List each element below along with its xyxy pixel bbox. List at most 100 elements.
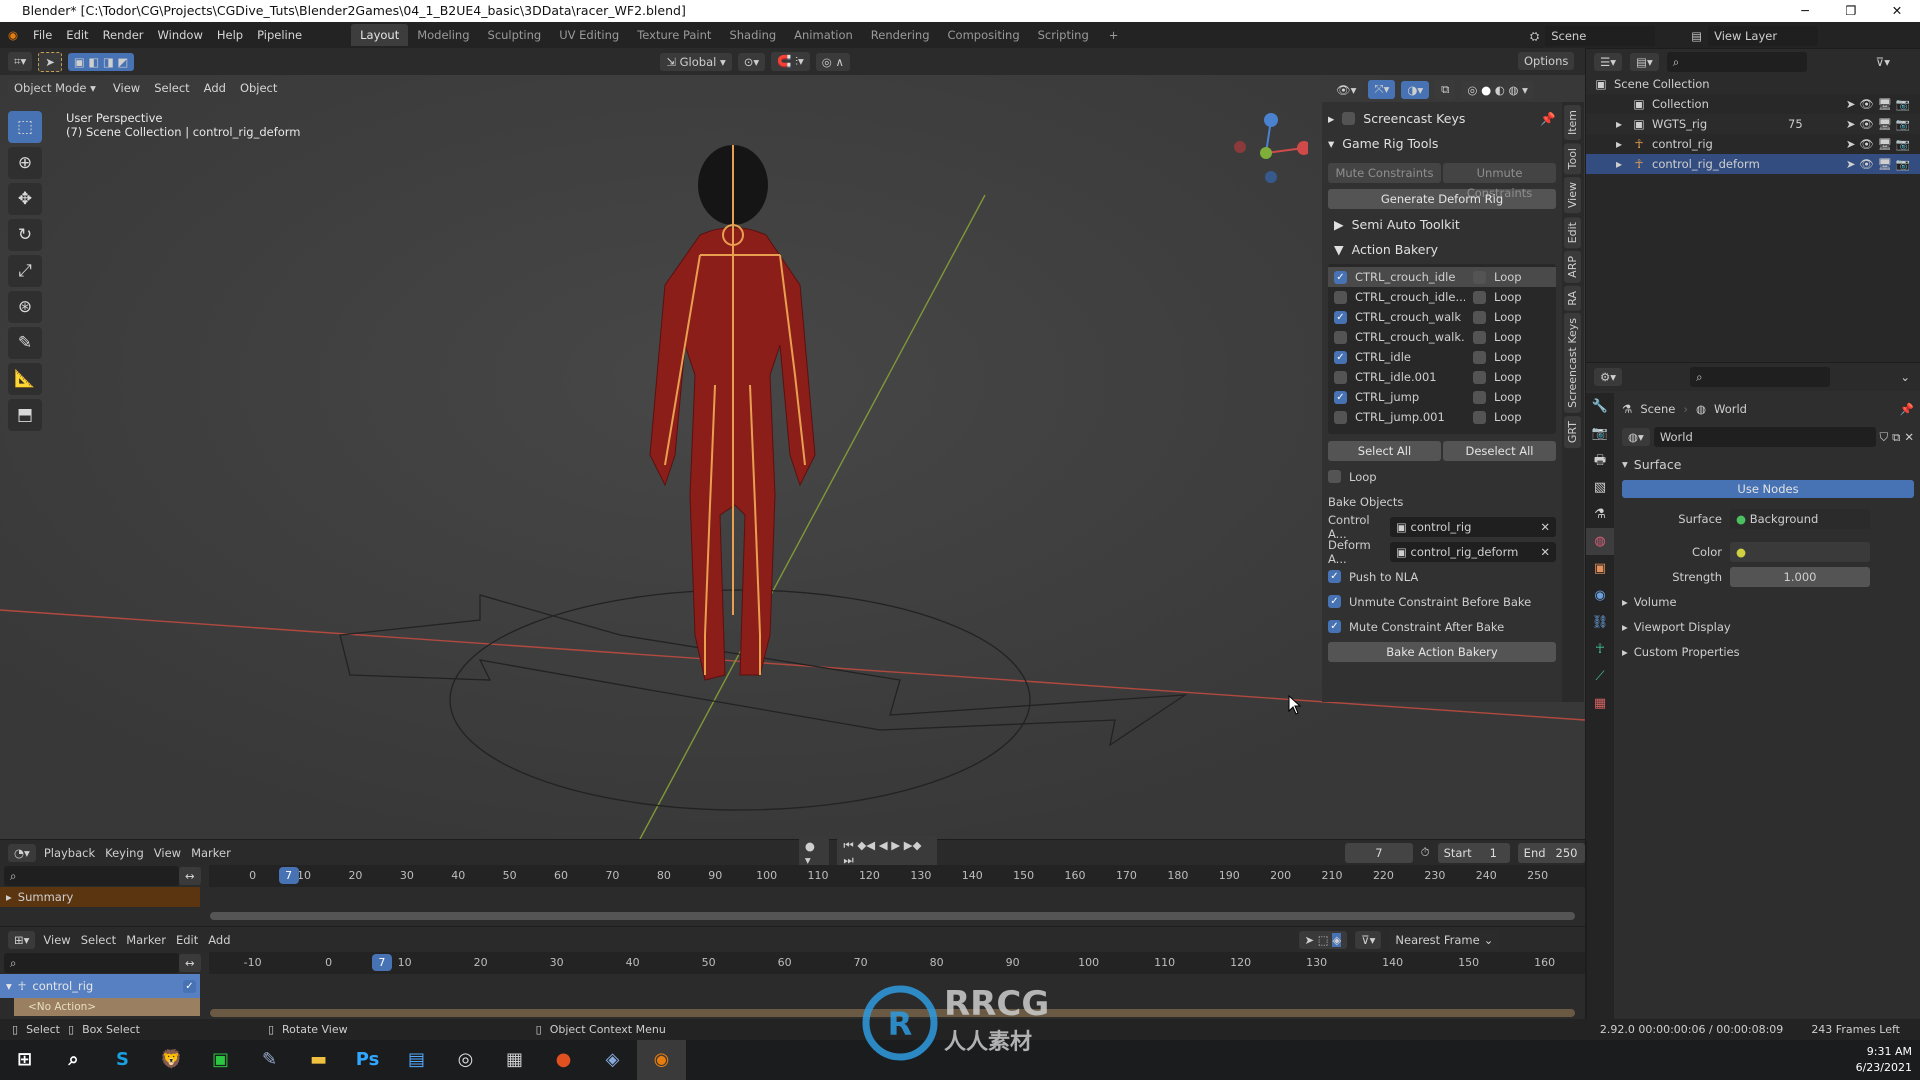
expand-arrow-icon[interactable]: ▸	[1612, 157, 1626, 171]
tab-layout[interactable]: Layout	[351, 24, 409, 46]
outliner-item[interactable]: ▸ ☥ control_rig ➤ 👁 🖥 📷	[1586, 134, 1920, 154]
scene-tab-icon[interactable]: ⚗	[1586, 501, 1614, 528]
pin-icon[interactable]: 📌	[1540, 111, 1556, 127]
timeline-scrollbar[interactable]	[210, 912, 1575, 920]
action-row[interactable]: ✓ CTRL_jump Loop	[1328, 387, 1556, 407]
action-name[interactable]: CTRL_crouch_idle	[1355, 270, 1465, 284]
taskbar-blender-icon[interactable]: ◉	[637, 1040, 686, 1080]
shading-modes[interactable]: ◎ ● ◐ ◍ ▾	[1461, 80, 1534, 99]
strength-field[interactable]: 1.000	[1730, 566, 1870, 587]
menu-playback[interactable]: Playback	[44, 846, 95, 860]
panel-screencast-keys[interactable]: Screencast Keys	[1363, 111, 1465, 126]
expand-arrow-icon[interactable]: ▸	[1612, 117, 1626, 131]
unmute-before-bake-checkbox[interactable]: ✓	[1328, 595, 1341, 608]
action-loop-checkbox[interactable]	[1473, 290, 1486, 304]
sidebar-tab-grt[interactable]: GRT	[1564, 416, 1581, 449]
transform-tool-icon[interactable]: ⊛	[8, 291, 42, 323]
action-checkbox[interactable]	[1334, 290, 1347, 304]
texture-tab-icon[interactable]: ▦	[1586, 690, 1614, 717]
tab-sculpting[interactable]: Sculpting	[479, 24, 551, 46]
action-name[interactable]: CTRL_jump	[1355, 390, 1465, 404]
output-tab-icon[interactable]: 🖶	[1586, 447, 1614, 474]
action-name[interactable]: CTRL_jump.001	[1355, 410, 1465, 424]
tab-modeling[interactable]: Modeling	[408, 24, 478, 46]
clear-icon[interactable]: ✕	[1540, 542, 1550, 562]
screencast-keys-checkbox[interactable]	[1342, 112, 1356, 125]
tab-uv-editing[interactable]: UV Editing	[550, 24, 628, 46]
snap-mode-dropdown[interactable]: Nearest Frame ⌄	[1389, 929, 1500, 950]
world-tab-icon[interactable]: ◍	[1586, 528, 1614, 555]
playhead[interactable]: 7	[278, 867, 299, 884]
action-checkbox[interactable]	[1334, 330, 1347, 344]
stopwatch-icon[interactable]: ⏱	[1421, 845, 1430, 860]
pivot-dropdown[interactable]: ⊙▾	[737, 52, 766, 71]
rotate-tool-icon[interactable]: ↻	[8, 219, 42, 251]
pin-icon[interactable]: 📌	[1900, 402, 1914, 416]
sidebar-tab-view[interactable]: View	[1564, 177, 1581, 214]
taskbar-brave-icon[interactable]: 🦁	[147, 1040, 196, 1080]
action-checkbox[interactable]: ✓	[1334, 390, 1347, 404]
collapse-arrow-icon[interactable]: ▶	[1334, 217, 1344, 232]
expand-arrow-icon[interactable]: ▸	[6, 890, 12, 904]
action-loop-checkbox[interactable]	[1473, 390, 1486, 404]
properties-search-input[interactable]: ⌕	[1690, 367, 1831, 387]
bake-action-bakery-button[interactable]: Bake Action Bakery	[1328, 642, 1556, 662]
menu-edit[interactable]: Edit	[59, 28, 95, 42]
editor-type-button[interactable]: ⊞▾	[8, 930, 36, 949]
action-row[interactable]: CTRL_jump.001 Loop	[1328, 407, 1556, 427]
taskbar-photoshop-icon[interactable]: Ps	[343, 1040, 392, 1080]
action-row[interactable]: CTRL_crouch_walk... Loop	[1328, 327, 1556, 347]
control-armature-field[interactable]: ▣ control_rig ✕	[1390, 516, 1556, 537]
action-row[interactable]: ✓ CTRL_crouch_walk Loop	[1328, 307, 1556, 327]
action-row[interactable]: ✓ CTRL_crouch_idle Loop	[1328, 267, 1556, 287]
editor-type-button[interactable]: ⚙▾	[1594, 368, 1623, 386]
visibility-icon[interactable]: 👁▾	[1330, 80, 1363, 99]
menu-help[interactable]: Help	[210, 28, 250, 42]
channel-control-rig[interactable]: control_rig	[32, 979, 93, 993]
options-dropdown[interactable]: Options	[1518, 52, 1575, 70]
measure-tool-icon[interactable]: 📐	[8, 363, 42, 395]
swap-icon[interactable]: ↔	[179, 867, 201, 885]
action-loop-checkbox[interactable]	[1473, 330, 1486, 344]
tool-tab-icon[interactable]: 🔧	[1586, 393, 1614, 420]
mute-after-bake-checkbox[interactable]: ✓	[1328, 620, 1341, 633]
unlink-icon[interactable]: ✕	[1904, 430, 1914, 444]
mode-dropdown[interactable]: Object Mode ▾	[8, 79, 102, 97]
color-field[interactable]: ●	[1730, 541, 1870, 562]
action-loop-checkbox[interactable]	[1473, 270, 1486, 284]
annotate-tool-icon[interactable]: ✎	[8, 327, 42, 359]
playhead[interactable]: 7	[371, 954, 392, 971]
no-action-slot[interactable]: <No Action>	[28, 1001, 96, 1013]
surface-section[interactable]: Surface	[1634, 457, 1682, 472]
action-checkbox[interactable]	[1334, 370, 1347, 384]
taskbar-start-icon[interactable]: ⊞	[0, 1040, 49, 1080]
subpanel-action-bakery[interactable]: Action Bakery	[1352, 242, 1438, 257]
collapse-arrow-icon[interactable]: ▸	[1622, 620, 1628, 634]
collapse-arrow-icon[interactable]: ▸	[1622, 595, 1628, 609]
menu-pipeline[interactable]: Pipeline	[250, 28, 309, 42]
menu-window[interactable]: Window	[151, 28, 210, 42]
clear-icon[interactable]: ✕	[1540, 517, 1550, 537]
unmute-constraints-button[interactable]: Unmute Constraints	[1443, 163, 1556, 200]
tab-shading[interactable]: Shading	[720, 24, 785, 46]
snap-toggle[interactable]: 🧲 ⫶▾	[771, 52, 810, 71]
expand-arrow-icon[interactable]: ▼	[1334, 242, 1344, 257]
use-nodes-button[interactable]: Use Nodes	[1622, 480, 1914, 498]
expand-arrow-icon[interactable]: ▸	[1612, 137, 1626, 151]
orientation-dropdown[interactable]: ⇲ Global ▾	[660, 52, 732, 71]
action-checkbox[interactable]	[1334, 410, 1347, 424]
properties-section[interactable]: ▸ Volume	[1622, 589, 1914, 614]
add-workspace-button[interactable]: +	[1100, 24, 1128, 46]
summary-channel[interactable]: Summary	[18, 890, 74, 904]
expand-arrow-icon[interactable]: ▾	[6, 979, 12, 993]
world-name-field[interactable]: World	[1653, 427, 1876, 447]
clock-time[interactable]: 9:31 AM	[1856, 1044, 1912, 1060]
sidebar-tab-edit[interactable]: Edit	[1564, 216, 1581, 248]
action-name[interactable]: CTRL_idle.001	[1355, 370, 1465, 384]
action-loop-checkbox[interactable]	[1473, 410, 1486, 424]
display-mode-button[interactable]: ▤▾	[1630, 52, 1659, 71]
mute-constraints-button[interactable]: Mute Constraints	[1328, 163, 1441, 183]
taskbar-davinci-icon[interactable]: ◈	[588, 1040, 637, 1080]
menu-render[interactable]: Render	[96, 28, 151, 42]
minimize-button[interactable]: ─	[1782, 0, 1828, 22]
